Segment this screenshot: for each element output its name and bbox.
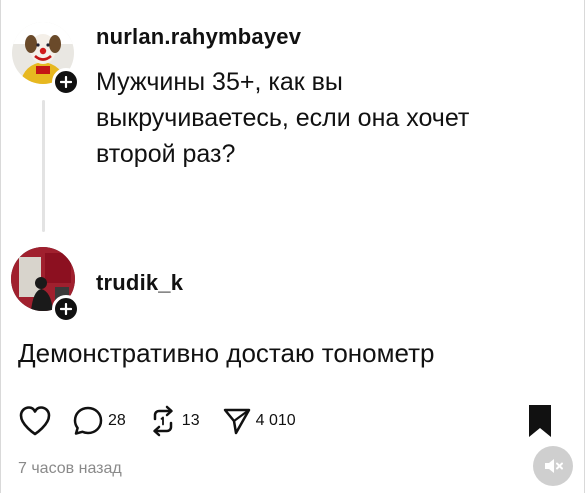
reposts-count: 13 [181, 412, 200, 429]
bookmark-button[interactable] [527, 404, 553, 443]
post-text-line: выкручиваетесь, если она хочет [96, 104, 470, 132]
speaker-muted-icon [545, 459, 563, 473]
repost-button[interactable]: 13 [148, 405, 200, 437]
action-bar: 28 13 4 010 [18, 403, 296, 439]
follow-button[interactable] [52, 68, 80, 96]
shares-count: 4 010 [255, 412, 296, 429]
like-button[interactable] [18, 405, 52, 437]
reply-author-username[interactable]: trudik_k [96, 270, 183, 296]
reply-text: Демонстративно достаю тонометр [18, 338, 435, 368]
follow-button[interactable] [52, 295, 80, 323]
mute-button[interactable] [533, 446, 573, 486]
post-text-line: Мужчины 35+, как вы [96, 68, 343, 96]
share-button[interactable]: 4 010 [222, 406, 296, 436]
post-timestamp: 7 часов назад [18, 460, 122, 477]
bookmark-icon [529, 405, 551, 437]
heart-icon [19, 406, 51, 436]
post-text: Мужчины 35+, как вы выкручиваетесь, если… [96, 64, 566, 172]
plus-icon [60, 76, 72, 88]
repost-icon [153, 405, 173, 437]
thread-line [42, 100, 45, 232]
comment-button[interactable]: 28 [72, 405, 126, 437]
comment-bubble-icon [73, 406, 103, 435]
comments-count: 28 [108, 412, 126, 429]
post-text-line: второй раз? [96, 140, 236, 168]
post-author-username[interactable]: nurlan.rahymbayev [96, 24, 301, 50]
plus-icon [60, 303, 72, 315]
send-icon [223, 408, 250, 435]
frame-edge-left [0, 0, 1, 493]
